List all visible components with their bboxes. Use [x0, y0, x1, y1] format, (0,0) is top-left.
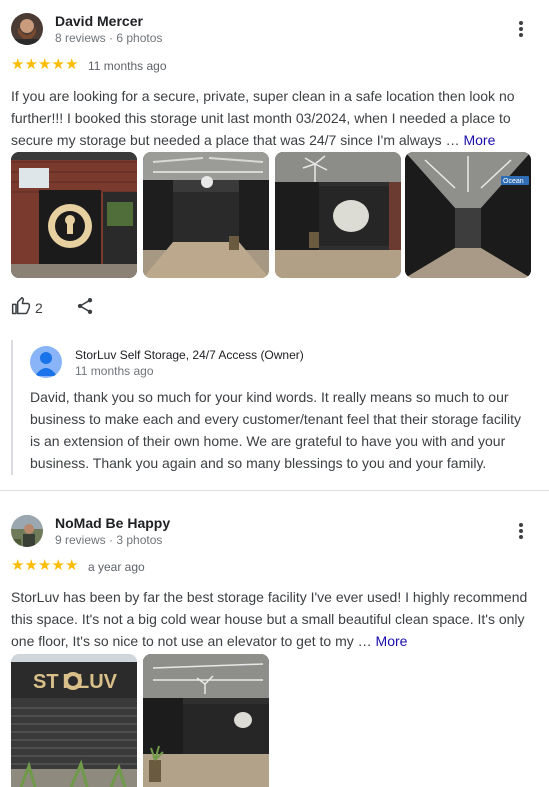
star-rating: ★ ★ ★ ★ ★: [11, 56, 79, 73]
person-icon: [30, 346, 62, 378]
owner-name: StorLuv Self Storage, 24/7 Access (Owner…: [75, 348, 304, 362]
review-card: NoMad Be Happy 9 reviews · 3 photos ★ ★ …: [0, 500, 549, 787]
thumbs-up-icon[interactable]: [11, 296, 31, 321]
star-icon: ★: [11, 56, 25, 73]
photo-sign-text: Ocean: [503, 178, 524, 185]
star-icon: ★: [51, 557, 65, 574]
star-icon: ★: [24, 56, 38, 73]
more-link[interactable]: More: [463, 132, 495, 148]
review-text-body: If you are looking for a secure, private…: [11, 88, 515, 148]
star-rating: ★ ★ ★ ★ ★: [11, 557, 79, 574]
review-time: 11 months ago: [88, 59, 167, 73]
star-icon: ★: [24, 557, 38, 574]
review-time: a year ago: [88, 560, 145, 574]
avatar[interactable]: [11, 13, 43, 45]
review-photo[interactable]: ST RLUV: [11, 654, 137, 787]
reviewer-name[interactable]: NoMad Be Happy: [55, 515, 170, 531]
review-text-body: StorLuv has been by far the best storage…: [11, 589, 528, 649]
kebab-menu-icon[interactable]: [511, 519, 531, 543]
review-photo[interactable]: [143, 654, 269, 787]
kebab-menu-icon[interactable]: [511, 17, 531, 41]
star-icon: ★: [11, 557, 25, 574]
review-photo[interactable]: [143, 152, 269, 278]
star-icon: ★: [38, 56, 52, 73]
star-icon: ★: [65, 56, 79, 73]
star-icon: ★: [38, 557, 52, 574]
share-icon[interactable]: [75, 296, 95, 321]
review-photo[interactable]: [275, 152, 401, 278]
reviewer-name[interactable]: David Mercer: [55, 13, 143, 29]
more-link[interactable]: More: [376, 633, 408, 649]
owner-response-time: 11 months ago: [75, 364, 154, 378]
review-card: David Mercer 8 reviews · 6 photos ★ ★ ★ …: [0, 0, 549, 490]
review-photo[interactable]: [11, 152, 137, 278]
review-photo[interactable]: Ocean: [405, 152, 531, 278]
review-text: StorLuv has been by far the best storage…: [11, 586, 531, 652]
owner-response: StorLuv Self Storage, 24/7 Access (Owner…: [11, 340, 533, 475]
review-text: If you are looking for a secure, private…: [11, 85, 531, 151]
owner-response-text: David, thank you so much for your kind w…: [30, 389, 522, 471]
avatar[interactable]: [11, 515, 43, 547]
divider: [0, 490, 549, 491]
star-icon: ★: [51, 56, 65, 73]
star-icon: ★: [65, 557, 79, 574]
like-count: 2: [35, 300, 43, 316]
reviewer-meta: 9 reviews · 3 photos: [55, 533, 163, 547]
reviewer-meta: 8 reviews · 6 photos: [55, 31, 163, 45]
